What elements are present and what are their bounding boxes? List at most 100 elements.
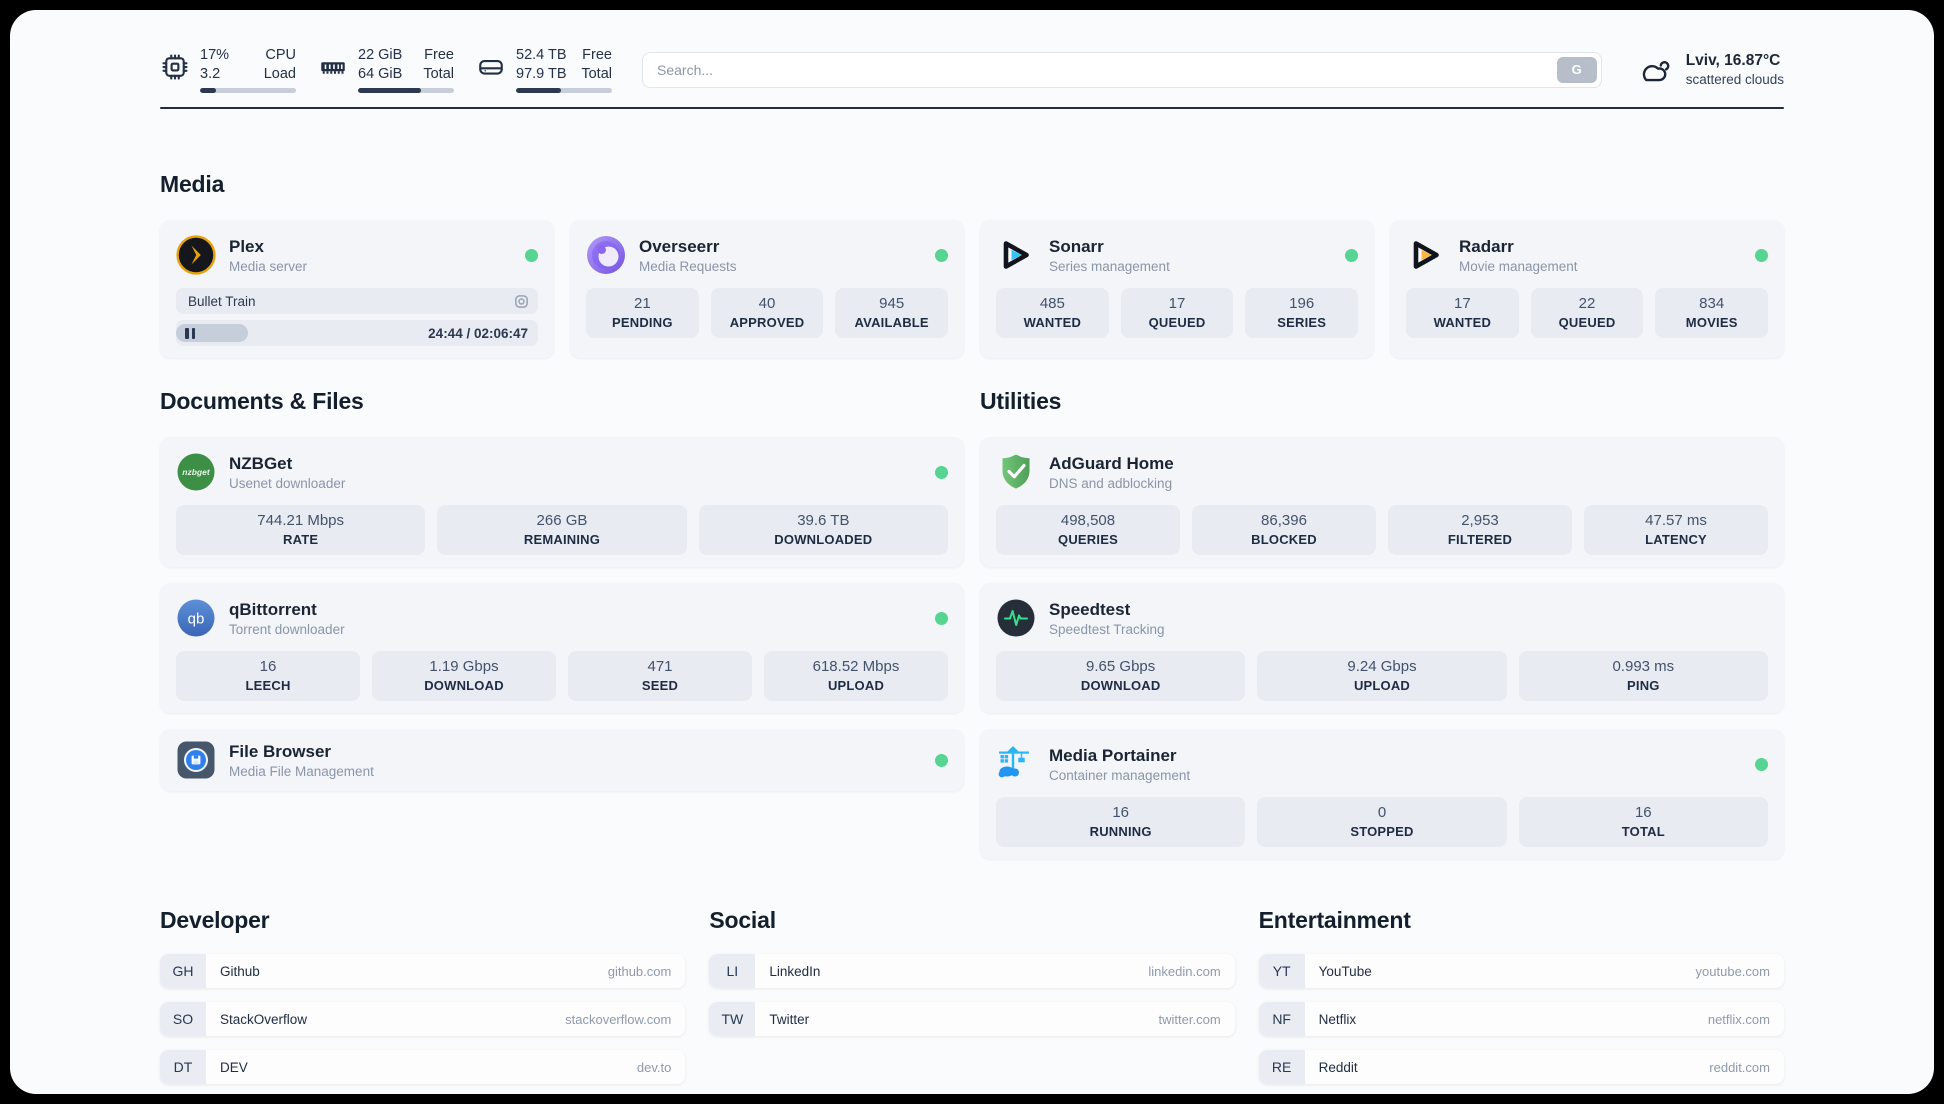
stat-box: 0 STOPPED — [1257, 797, 1507, 847]
stat-box: 196 SERIES — [1245, 288, 1359, 338]
search-input[interactable] — [642, 51, 1602, 88]
service-card-portainer[interactable]: Media Portainer Container management 16 … — [980, 729, 1784, 859]
cpu-label-2: Load — [263, 66, 296, 82]
bookmark-abbr: GH — [160, 954, 206, 988]
bookmark-abbr: NF — [1258, 1002, 1305, 1036]
bookmark-group-developer: Developer GH Github github.com SO StackO… — [160, 907, 686, 1084]
stat-box: 266 GB REMAINING — [437, 505, 687, 555]
status-dot — [1345, 248, 1358, 262]
bookmark-group-entertainment: Entertainment YT YouTube youtube.com NF … — [1258, 907, 1784, 1084]
stat-value: 9.24 Gbps — [1347, 658, 1417, 675]
stat-label: AVAILABLE — [854, 315, 929, 330]
service-card-overseerr[interactable]: Overseerr Media Requests 21 PENDING 40 A… — [570, 220, 964, 358]
service-card-radarr[interactable]: Radarr Movie management 17 WANTED 22 QUE… — [1390, 220, 1784, 358]
stat-value: 2,953 — [1461, 512, 1499, 529]
service-card-filebrowser[interactable]: File Browser Media File Management — [160, 729, 964, 791]
disk-total: 97.9 TB — [516, 66, 567, 82]
stat-value: 485 — [1039, 295, 1065, 312]
weather-condition: scattered clouds — [1685, 72, 1784, 87]
stat-value: 16 — [1112, 804, 1129, 821]
now-playing-title: Bullet Train — [188, 293, 256, 309]
bookmark-name: LinkedIn — [769, 963, 821, 979]
bookmark-name: Netflix — [1318, 1011, 1357, 1027]
stat-box: 16 RUNNING — [996, 797, 1246, 847]
bookmark-netflix[interactable]: NF Netflix netflix.com — [1258, 1002, 1784, 1036]
section-heading-developer: Developer — [160, 907, 270, 933]
bookmark-youtube[interactable]: YT YouTube youtube.com — [1258, 954, 1784, 988]
bookmark-stackoverflow[interactable]: SO StackOverflow stackoverflow.com — [160, 1002, 686, 1036]
status-dot — [935, 753, 948, 767]
stat-label: UPLOAD — [1353, 678, 1411, 693]
stat-label: STOPPED — [1350, 824, 1414, 839]
stat-value: 17 — [1168, 295, 1186, 312]
stat-box: 618.52 Mbps UPLOAD — [764, 651, 948, 701]
service-card-speedtest[interactable]: Speedtest Speedtest Tracking 9.65 Gbps D… — [980, 583, 1784, 713]
stat-label: UPLOAD — [827, 678, 885, 693]
stat-label: LEECH — [245, 678, 291, 693]
stat-label: APPROVED — [729, 315, 805, 330]
bookmark-url: reddit.com — [1709, 1059, 1770, 1075]
service-card-qbittorrent[interactable]: qb qBittorrent Torrent downloader 16 LEE… — [160, 583, 964, 713]
service-subtitle: Media server — [229, 258, 308, 274]
svg-text:nzbget: nzbget — [182, 467, 211, 477]
stat-box: 2,953 FILTERED — [1388, 505, 1572, 555]
stat-value: 196 — [1289, 295, 1315, 312]
disk-icon — [479, 59, 503, 75]
stat-label: REMAINING — [523, 532, 601, 547]
bookmark-abbr: LI — [709, 954, 756, 988]
stat-value: 16 — [259, 658, 277, 675]
stat-box: 22 QUEUED — [1530, 288, 1644, 338]
service-title: Radarr — [1459, 236, 1514, 256]
service-title: AdGuard Home — [1049, 453, 1174, 473]
service-card-adguard[interactable]: AdGuard Home DNS and adblocking 498,508 … — [980, 437, 1784, 567]
stat-label: RATE — [283, 532, 319, 547]
bookmark-dev[interactable]: DT DEV dev.to — [160, 1050, 686, 1084]
stat-value: 47.57 ms — [1645, 512, 1707, 529]
service-subtitle: Movie management — [1459, 258, 1578, 274]
stat-box: 21 PENDING — [586, 288, 699, 338]
bookmark-linkedin[interactable]: LI LinkedIn linkedin.com — [709, 954, 1235, 988]
header-divider — [160, 107, 1784, 109]
stat-value: 17 — [1453, 295, 1471, 312]
bookmark-name: YouTube — [1318, 963, 1372, 979]
service-subtitle: Media File Management — [229, 763, 374, 779]
stat-value: 0.993 ms — [1612, 658, 1675, 675]
stat-label: LATENCY — [1645, 532, 1707, 547]
search-provider-button[interactable]: G — [1556, 56, 1597, 83]
bookmark-name: Reddit — [1318, 1059, 1358, 1075]
stat-value: 471 — [647, 658, 673, 675]
filebrowser-icon — [176, 740, 216, 780]
service-card-sonarr[interactable]: Sonarr Series management 485 WANTED 17 Q… — [980, 220, 1374, 358]
service-title: NZBGet — [229, 453, 293, 473]
bookmark-twitter[interactable]: TW Twitter twitter.com — [709, 1002, 1235, 1036]
stat-label: BLOCKED — [1251, 532, 1317, 547]
playback-bar: 24:44 / 02:06:47 — [176, 320, 538, 346]
stat-box: 1.19 Gbps DOWNLOAD — [372, 651, 556, 701]
bookmark-github[interactable]: GH Github github.com — [160, 954, 686, 988]
stat-label: MOVIES — [1685, 315, 1738, 330]
stat-label: QUEUED — [1558, 315, 1616, 330]
stat-label: TOTAL — [1621, 824, 1665, 839]
service-card-nzbget[interactable]: nzbget NZBGet Usenet downloader 744.21 M… — [160, 437, 964, 567]
cpu-percent: 17% — [200, 47, 230, 63]
bookmark-url: twitter.com — [1158, 1011, 1221, 1027]
stat-box: 40 APPROVED — [710, 288, 824, 338]
stat-label: SERIES — [1277, 315, 1327, 330]
memory-progress-fill — [358, 88, 422, 93]
disk-free: 52.4 TB — [516, 47, 567, 63]
stat-label: QUERIES — [1058, 532, 1118, 547]
bookmark-url: youtube.com — [1695, 963, 1770, 979]
service-title: Media Portainer — [1049, 745, 1177, 765]
stat-label: PING — [1627, 678, 1660, 693]
bookmark-url: linkedin.com — [1148, 963, 1221, 979]
speedtest-icon — [996, 598, 1036, 638]
service-card-plex[interactable]: Plex Media server Bullet Train 24:44 / 0… — [160, 220, 554, 358]
section-heading-documents: Documents & Files — [160, 388, 364, 414]
bookmark-name: StackOverflow — [220, 1011, 308, 1027]
stat-value: 39.6 TB — [797, 512, 850, 529]
section-utilities: Utilities AdGuard Home DNS and adblockin… — [980, 388, 1784, 859]
stat-box: 485 WANTED — [996, 288, 1109, 338]
stat-box: 47.57 ms LATENCY — [1584, 505, 1768, 555]
bookmark-reddit[interactable]: RE Reddit reddit.com — [1258, 1050, 1784, 1084]
stat-box: 86,396 BLOCKED — [1192, 505, 1376, 555]
